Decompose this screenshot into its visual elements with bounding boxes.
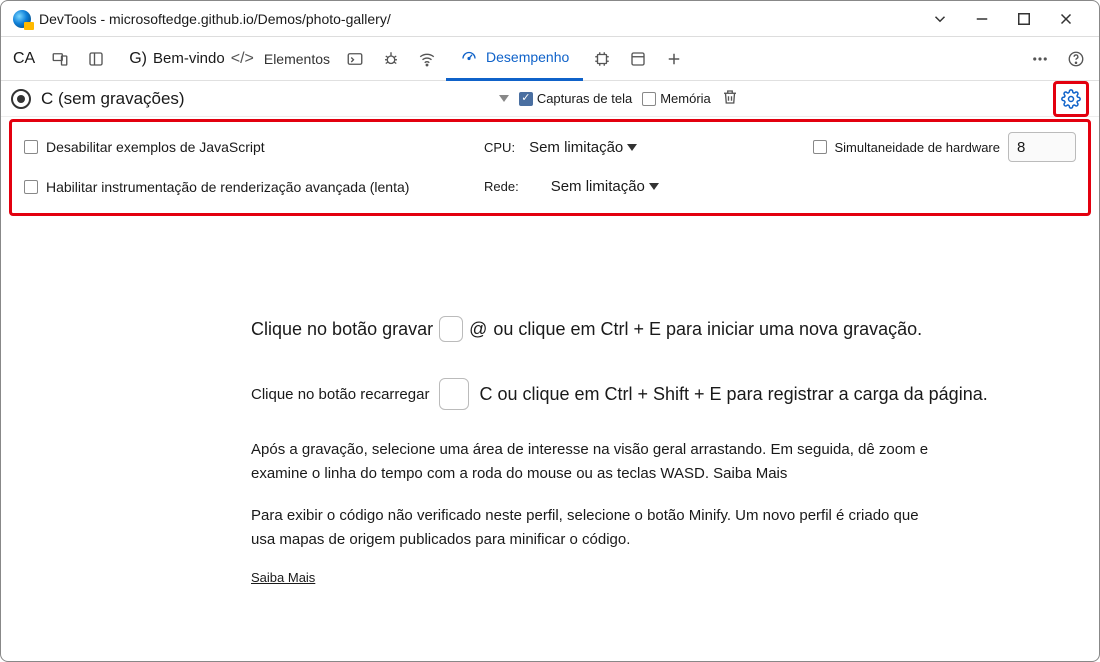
memory-tab-icon[interactable] <box>585 42 619 76</box>
dock-side-button[interactable] <box>79 42 113 76</box>
network-value: Sem limitação <box>551 178 645 195</box>
clear-button[interactable] <box>721 88 739 109</box>
welcome-prefix: G) <box>129 50 147 68</box>
performance-empty-state: Clique no botão gravar @ ou clique em Ct… <box>1 216 1099 585</box>
reload-hint-body: C ou clique em Ctrl + Shift + E para reg… <box>479 384 987 405</box>
chevron-down-icon <box>649 183 659 190</box>
capture-settings-button[interactable] <box>1058 86 1084 112</box>
network-throttle-select[interactable]: Rede: Sem limitação <box>484 176 764 197</box>
code-icon: </> <box>231 50 254 68</box>
tab-welcome[interactable]: G) Bem-vindo </> Elementos <box>123 50 336 68</box>
window-title: DevTools - microsoftedge.github.io/Demos… <box>39 11 919 27</box>
network-label: Rede: <box>484 179 519 194</box>
inspect-label: CA <box>7 50 41 68</box>
checkbox-icon <box>24 180 38 194</box>
disable-js-samples-label: Desabilitar exemplos de JavaScript <box>46 139 265 155</box>
welcome-label: Bem-vindo <box>153 50 225 67</box>
recording-title: C (sem gravações) <box>41 89 185 109</box>
application-tab-icon[interactable] <box>621 42 655 76</box>
hardware-concurrency-value: 8 <box>1017 139 1025 156</box>
record-hint-part2: ou clique em Ctrl + E para iniciar uma n… <box>493 319 922 340</box>
hardware-concurrency-input[interactable]: 8 <box>1008 132 1076 162</box>
minify-help: Para exibir o código não verificado nest… <box>251 504 931 552</box>
screenshots-checkbox[interactable]: Capturas de tela <box>519 91 632 106</box>
performance-subheader: C (sem gravações) Capturas de tela Memór… <box>1 81 1099 117</box>
inspect-logo-text: CA <box>13 50 35 68</box>
tab-performance-label: Desempenho <box>486 49 569 65</box>
edge-favicon <box>13 10 31 28</box>
reload-hint-prefix: Clique no botão recarregar <box>251 386 429 403</box>
record-hint-line: Clique no botão gravar @ ou clique em Ct… <box>251 316 1039 342</box>
reload-icon-placeholder <box>439 378 469 410</box>
more-options-button[interactable] <box>1023 42 1057 76</box>
window-maximize-button[interactable] <box>1003 4 1045 34</box>
window-close-button[interactable] <box>1045 4 1087 34</box>
memory-label: Memória <box>660 91 711 106</box>
settings-gear-highlight <box>1053 81 1089 117</box>
device-toolbar-button[interactable] <box>43 42 77 76</box>
hardware-concurrency-option: Simultaneidade de hardware 8 <box>764 132 1076 162</box>
tab-performance[interactable]: Desempenho <box>446 37 583 81</box>
record-hint-part1: Clique no botão gravar <box>251 319 433 340</box>
advanced-render-option[interactable]: Habilitar instrumentação de renderização… <box>24 179 484 195</box>
learn-more-link[interactable]: Saiba Mais <box>251 570 315 585</box>
add-tab-button[interactable] <box>657 42 691 76</box>
cpu-value: Sem limitação <box>529 139 623 156</box>
checkbox-icon <box>24 140 38 154</box>
checkbox-icon[interactable] <box>813 140 827 154</box>
disable-js-samples-option[interactable]: Desabilitar exemplos de JavaScript <box>24 139 484 155</box>
window-titlebar: DevTools - microsoftedge.github.io/Demos… <box>1 1 1099 37</box>
hardware-concurrency-label: Simultaneidade de hardware <box>835 140 1001 155</box>
bug-icon[interactable] <box>374 42 408 76</box>
record-icon-placeholder <box>439 316 463 342</box>
checkbox-checked-icon <box>519 92 533 106</box>
window-minimize-button[interactable] <box>961 4 1003 34</box>
network-icon[interactable] <box>410 42 444 76</box>
screenshots-label: Capturas de tela <box>537 91 632 106</box>
record-hint-at-icon: @ <box>469 319 487 340</box>
chevron-down-icon <box>627 144 637 151</box>
tab-elements-label[interactable]: Elementos <box>264 51 330 67</box>
reload-hint-line: Clique no botão recarregar C ou clique e… <box>251 378 1039 410</box>
after-recording-help: Após a gravação, selecione uma área de i… <box>251 438 931 486</box>
capture-settings-panel: Desabilitar exemplos de JavaScript CPU: … <box>9 119 1091 216</box>
memory-checkbox[interactable]: Memória <box>642 91 711 106</box>
window-dropdown-button[interactable] <box>919 4 961 34</box>
advanced-render-label: Habilitar instrumentação de renderização… <box>46 179 409 195</box>
record-button[interactable] <box>11 89 31 109</box>
devtools-tabstrip: CA G) Bem-vindo </> Elementos Desempenho <box>1 37 1099 81</box>
console-tab-icon[interactable] <box>338 42 372 76</box>
checkbox-icon <box>642 92 656 106</box>
cpu-label: CPU: <box>484 140 515 155</box>
cpu-throttle-select[interactable]: CPU: Sem limitação <box>484 137 764 158</box>
help-button[interactable] <box>1059 42 1093 76</box>
dropdown-chevron-icon[interactable] <box>499 95 509 102</box>
